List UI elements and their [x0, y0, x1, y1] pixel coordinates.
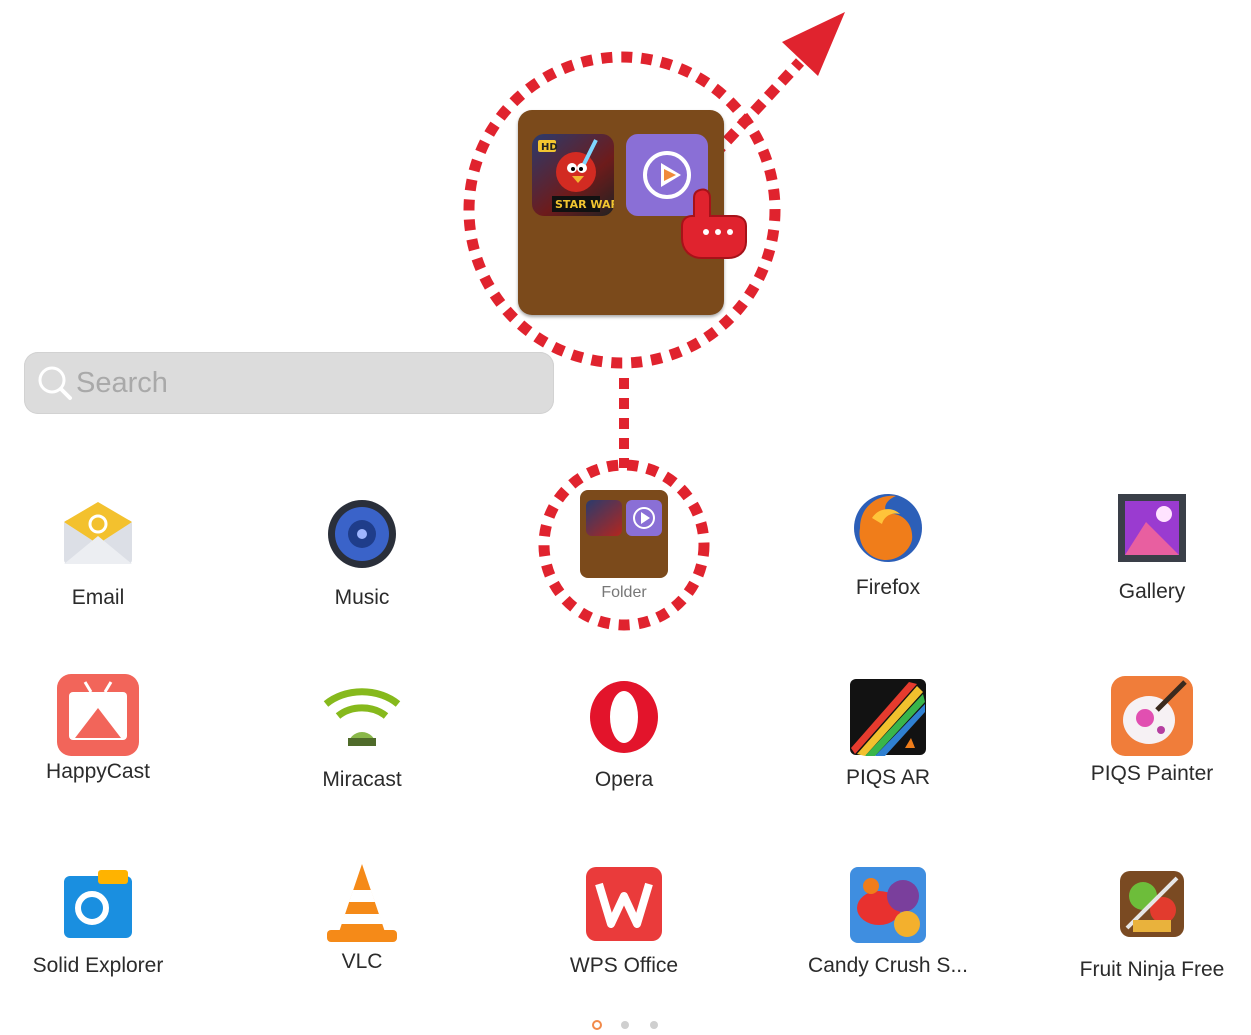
app-folder[interactable]: Folder	[524, 490, 724, 630]
candy-crush-icon	[850, 867, 926, 943]
app-label: Opera	[594, 768, 654, 791]
app-happycast[interactable]: HappyCast	[0, 672, 198, 812]
solid-explorer-icon	[64, 870, 132, 938]
app-label: Candy Crush S...	[808, 954, 968, 977]
app-piqs-ar[interactable]: PIQS AR	[788, 678, 988, 818]
drag-arrow-head	[782, 12, 845, 76]
app-music[interactable]: Music	[262, 498, 462, 638]
page-dot-2[interactable]	[621, 1021, 629, 1029]
page-dot-3[interactable]	[650, 1021, 658, 1029]
fruit-ninja-icon	[1120, 871, 1184, 937]
app-email[interactable]: Email	[0, 498, 198, 638]
happycast-icon	[57, 674, 139, 756]
app-label: VLC	[341, 950, 383, 973]
app-candy-crush[interactable]: Candy Crush S...	[788, 866, 988, 1006]
app-label: Miracast	[322, 768, 402, 791]
gallery-icon	[1118, 494, 1186, 562]
app-label: WPS Office	[569, 954, 679, 977]
angry-birds-star-wars-icon[interactable]: HD STAR WARS	[532, 134, 614, 216]
app-label: Gallery	[1118, 580, 1186, 603]
miracast-icon	[323, 688, 401, 746]
opera-icon	[590, 681, 658, 753]
piqs-ar-icon	[850, 679, 926, 756]
piqs-painter-icon	[1111, 676, 1193, 756]
app-label: Solid Explorer	[32, 954, 164, 977]
svg-text:STAR WARS: STAR WARS	[555, 198, 614, 211]
app-opera[interactable]: Opera	[524, 680, 724, 820]
svg-text:HD: HD	[541, 142, 558, 153]
app-vlc[interactable]: VLC	[262, 862, 462, 1002]
folder-icon	[580, 490, 668, 578]
app-label: Email	[71, 586, 125, 609]
search-input[interactable]	[76, 360, 536, 406]
app-solid-explorer[interactable]: Solid Explorer	[0, 866, 198, 1006]
music-icon	[328, 500, 396, 568]
wps-office-icon	[586, 867, 662, 941]
app-label: Folder	[601, 584, 647, 601]
app-label: PIQS AR	[845, 766, 931, 789]
app-label: PIQS Painter	[1090, 762, 1214, 785]
pointing-hand-icon	[681, 188, 747, 259]
app-label: HappyCast	[46, 760, 150, 783]
app-label: Music	[334, 586, 390, 609]
vlc-icon	[327, 864, 397, 942]
app-label: Firefox	[855, 576, 921, 599]
app-miracast[interactable]: Miracast	[262, 680, 462, 820]
app-piqs-painter[interactable]: PIQS Painter	[1052, 674, 1251, 814]
app-wps-office[interactable]: WPS Office	[524, 866, 724, 1006]
firefox-icon	[854, 494, 922, 562]
app-firefox[interactable]: Firefox	[788, 488, 988, 628]
page-indicator	[590, 1018, 670, 1034]
page-dot-1[interactable]	[592, 1020, 602, 1030]
search-icon	[38, 366, 72, 400]
email-icon	[64, 502, 132, 564]
app-gallery[interactable]: Gallery	[1052, 492, 1251, 632]
app-fruit-ninja[interactable]: Fruit Ninja Free	[1052, 870, 1251, 1010]
search-bar[interactable]	[24, 352, 554, 414]
app-label: Fruit Ninja Free	[1079, 958, 1225, 981]
